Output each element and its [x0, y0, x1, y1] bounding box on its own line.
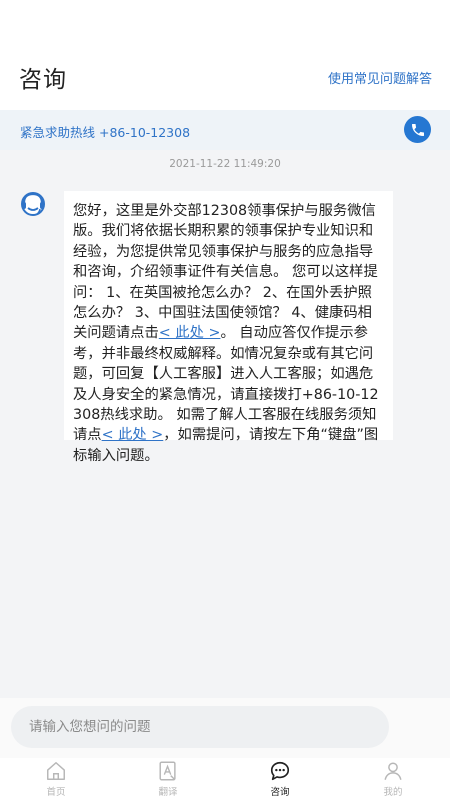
page-title: 咨询	[19, 67, 67, 93]
message-text: 您好，这里是外交部12308领事保护与服务微信版。我们将依据长期积累的领事保护专…	[73, 203, 378, 342]
tab-label: 咨询	[270, 787, 290, 798]
hotline-bar: 紧急求助热线 +86-10-12308	[0, 110, 450, 150]
tab-label: 我的	[383, 787, 403, 798]
question-input[interactable]	[11, 706, 389, 748]
tab-profile[interactable]: 我的	[363, 760, 423, 798]
faq-link[interactable]: 使用常见问题解答	[328, 68, 432, 87]
profile-icon	[384, 762, 402, 780]
app-header: 咨询 使用常见问题解答	[0, 0, 450, 110]
bot-avatar	[18, 190, 48, 220]
tab-translate[interactable]: 翻译	[138, 760, 198, 798]
health-code-link[interactable]: < 此处 >	[159, 325, 221, 341]
tab-home[interactable]: 首页	[26, 760, 86, 798]
hotline-label[interactable]: 紧急求助热线 +86-10-12308	[20, 122, 190, 141]
tab-consult[interactable]: 咨询	[250, 760, 310, 798]
phone-call-button[interactable]	[404, 116, 431, 143]
tab-label: 首页	[46, 787, 66, 798]
phone-icon	[411, 123, 424, 136]
home-icon	[47, 762, 65, 780]
chat-icon	[270, 761, 290, 781]
message-timestamp: 2021-11-22 11:49:20	[169, 158, 281, 170]
customer-service-icon	[21, 192, 45, 216]
bot-message-bubble: 您好，这里是外交部12308领事保护与服务微信版。我们将依据长期积累的领事保护专…	[64, 191, 393, 464]
tab-label: 翻译	[158, 787, 178, 798]
translate-icon	[159, 761, 176, 781]
service-notice-link[interactable]: < 此处 >	[102, 427, 164, 443]
message-text: 。 自动应答仅作提示参考，并非最终权威解释。如情况复杂或有其它问题，可回复【人工…	[73, 325, 379, 444]
